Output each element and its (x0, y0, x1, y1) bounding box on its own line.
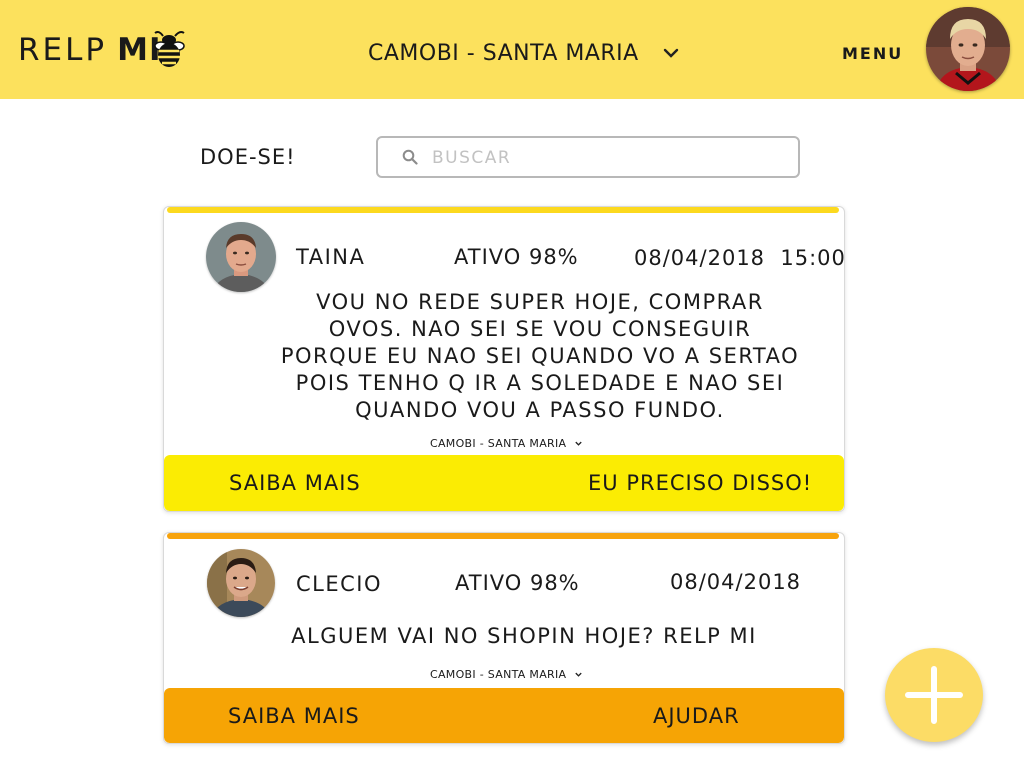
help-button[interactable]: AJUDAR (653, 688, 740, 743)
post-location[interactable]: CAMOBI - SANTA MARIA (430, 668, 583, 681)
location-label: CAMOBI - SANTA MARIA (368, 40, 639, 66)
bee-logo-icon (154, 31, 185, 67)
post-accent-bar (167, 533, 839, 539)
menu-button[interactable]: MENU (842, 44, 903, 63)
author-photo-icon (207, 549, 275, 617)
post-date: 08/04/2018 (670, 570, 802, 594)
saiba-mais-button[interactable]: SAIBA MAIS (229, 455, 361, 511)
add-post-button[interactable] (885, 648, 983, 742)
post-card: TAINA ATIVO 98% 08/04/2018 15:00 VOU NO … (163, 206, 845, 512)
post-text: VOU NO REDE SUPER HOJE, COMPRAR OVOS. NA… (280, 290, 800, 422)
author-photo-icon (206, 222, 276, 292)
post-location[interactable]: CAMOBI - SANTA MARIA (430, 437, 583, 450)
post-accent-bar (167, 207, 839, 213)
post-action-bar: SAIBA MAIS AJUDAR (164, 688, 844, 743)
post-author-status: ATIVO 98% (455, 571, 580, 595)
search-field[interactable] (376, 136, 800, 178)
user-avatar-icon (926, 7, 1010, 91)
post-author-avatar[interactable] (206, 222, 276, 292)
need-this-button[interactable]: EU PRECISO DISSO! (588, 455, 812, 511)
post-action-bar: SAIBA MAIS EU PRECISO DISSO! (164, 455, 844, 511)
post-date: 08/04/2018 15:00 (634, 246, 845, 270)
logo-text-relp: RELP (18, 32, 108, 68)
post-author-status: ATIVO 98% (454, 245, 579, 269)
saiba-mais-button[interactable]: SAIBA MAIS (228, 688, 360, 743)
post-author-name[interactable]: TAINA (296, 245, 365, 269)
post-author-name[interactable]: CLECIO (296, 572, 382, 596)
search-icon (402, 149, 418, 165)
chevron-down-icon (663, 48, 678, 58)
chevron-down-icon (575, 672, 583, 677)
search-input[interactable] (430, 143, 774, 173)
user-avatar[interactable] (926, 7, 1010, 91)
location-selector[interactable]: CAMOBI - SANTA MARIA (368, 37, 681, 69)
post-location-label: CAMOBI - SANTA MARIA (430, 668, 567, 681)
post-card: CLECIO ATIVO 98% 08/04/2018 ALGUEM VAI N… (163, 532, 845, 744)
plus-icon (905, 666, 963, 724)
app-header: RELP MI , CAMOBI - SANTA MARIA MENU (0, 0, 1024, 99)
post-author-avatar[interactable] (207, 549, 275, 617)
post-text: ALGUEM VAI NO SHOPIN HOJE? RELP MI (291, 624, 757, 648)
donate-label: DOE-SE! (200, 145, 296, 169)
post-location-label: CAMOBI - SANTA MARIA (430, 437, 567, 450)
chevron-down-icon (575, 441, 583, 446)
